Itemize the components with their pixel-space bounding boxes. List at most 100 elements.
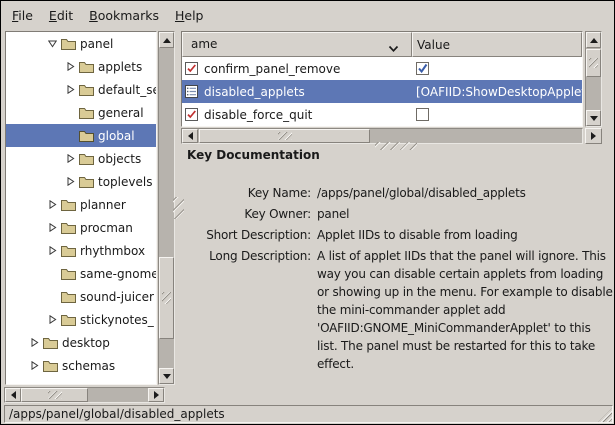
menu-edit-mnemonic: E bbox=[49, 8, 57, 23]
tree-item-label: stickynotes_ bbox=[80, 313, 154, 327]
expander-collapsed-icon[interactable] bbox=[46, 246, 58, 255]
folder-icon bbox=[61, 268, 76, 280]
folder-icon bbox=[61, 291, 76, 303]
tree-item-desktop[interactable]: desktop bbox=[6, 331, 156, 354]
expander-collapsed-icon[interactable] bbox=[64, 85, 76, 94]
vertical-pane-splitter[interactable] bbox=[173, 197, 184, 219]
arrow-up-icon bbox=[590, 38, 598, 43]
doc-value-long-description: A list of applet IIDs that the panel wil… bbox=[317, 247, 613, 373]
menu-edit[interactable]: Edit bbox=[41, 4, 81, 27]
menu-edit-rest: dit bbox=[57, 8, 73, 23]
expander-collapsed-icon[interactable] bbox=[46, 223, 58, 232]
doc-value-key-owner: panel bbox=[317, 205, 613, 223]
tree-item-label: applets bbox=[98, 60, 142, 74]
column-header-name[interactable]: Name bbox=[182, 32, 412, 57]
expander-expanded-icon[interactable] bbox=[46, 39, 58, 48]
keylist-hscroll-thumb[interactable] bbox=[199, 129, 370, 143]
tree-item-planner[interactable]: planner bbox=[6, 193, 156, 216]
menu-help[interactable]: Help bbox=[167, 4, 212, 27]
tree-item-objects[interactable]: objects bbox=[6, 147, 156, 170]
tree-item-label: planner bbox=[80, 198, 126, 212]
tree-item-stickynotes[interactable]: stickynotes_ bbox=[6, 308, 156, 331]
expander-collapsed-icon[interactable] bbox=[46, 200, 58, 209]
arrow-right-icon bbox=[154, 391, 159, 399]
key-value-cell bbox=[416, 103, 429, 126]
value-checkbox-checked[interactable] bbox=[416, 62, 429, 75]
tree-item-label: panel bbox=[80, 37, 113, 51]
menu-file[interactable]: File bbox=[4, 4, 41, 27]
tree-item-label: schemas bbox=[62, 359, 115, 373]
tree-item-applets[interactable]: applets bbox=[6, 55, 156, 78]
scroll-up-button[interactable] bbox=[159, 32, 174, 48]
tree-item-sound-juicer[interactable]: sound-juicer bbox=[6, 285, 156, 308]
gconf-editor-window: File Edit Bookmarks Help panel applets d… bbox=[0, 0, 615, 425]
tree-item-schemas[interactable]: schemas bbox=[6, 354, 156, 377]
folder-icon bbox=[79, 84, 94, 96]
keylist-vertical-scrollbar[interactable] bbox=[585, 31, 602, 127]
thumb-grip-icon bbox=[162, 292, 171, 304]
tree-item-panel[interactable]: panel bbox=[6, 32, 156, 55]
folder-icon bbox=[61, 38, 76, 50]
tree-horizontal-scrollbar[interactable] bbox=[4, 387, 165, 403]
scroll-left-button[interactable] bbox=[182, 129, 198, 143]
key-row-confirm-panel-remove[interactable]: confirm_panel_remove bbox=[182, 57, 582, 80]
key-name: confirm_panel_remove bbox=[204, 62, 340, 76]
thumb-grip-icon bbox=[278, 132, 292, 140]
arrow-down-icon bbox=[163, 374, 171, 379]
tree-item-rhythmbox[interactable]: rhythmbox bbox=[6, 239, 156, 262]
key-list-header: Name Value bbox=[182, 32, 582, 57]
menubar: File Edit Bookmarks Help bbox=[2, 2, 613, 28]
horizontal-pane-splitter[interactable] bbox=[375, 142, 417, 150]
expander-collapsed-icon[interactable] bbox=[28, 338, 40, 347]
expander-collapsed-icon[interactable] bbox=[28, 361, 40, 370]
column-header-name-label: Name bbox=[191, 37, 217, 51]
tree-item-global-selected[interactable]: global bbox=[6, 124, 156, 147]
menu-bookmarks[interactable]: Bookmarks bbox=[81, 4, 167, 27]
tree-vscroll-thumb[interactable] bbox=[159, 257, 174, 339]
tree-hscroll-thumb[interactable] bbox=[21, 388, 88, 402]
tree-item-procman[interactable]: procman bbox=[6, 216, 156, 239]
expander-collapsed-icon[interactable] bbox=[46, 315, 58, 324]
keylist-vscroll-thumb[interactable] bbox=[586, 49, 601, 77]
tree-item-label: desktop bbox=[62, 336, 110, 350]
doc-section-title: Key Documentation bbox=[187, 148, 320, 162]
tree-pane: panel applets default_se general global … bbox=[5, 31, 157, 385]
key-row-disabled-applets-selected[interactable]: disabled_applets [OAFIID:ShowDesktopAppl… bbox=[182, 80, 582, 103]
key-value-cell: [OAFIID:ShowDesktopApplet] bbox=[416, 80, 583, 103]
folder-icon bbox=[61, 314, 76, 326]
doc-value-short-description: Applet IIDs to disable from loading bbox=[317, 226, 613, 244]
tree-item-same-gnome[interactable]: same-gnome bbox=[6, 262, 156, 285]
tree-item-toplevels[interactable]: toplevels bbox=[6, 170, 156, 193]
tree-item-label: general bbox=[98, 106, 144, 120]
scroll-right-button[interactable] bbox=[148, 388, 164, 402]
column-header-value[interactable]: Value bbox=[412, 32, 582, 57]
menu-help-rest: elp bbox=[184, 8, 203, 23]
scroll-right-button[interactable] bbox=[585, 128, 602, 144]
tree-item-label: objects bbox=[98, 152, 141, 166]
expander-collapsed-icon[interactable] bbox=[64, 154, 76, 163]
tree-item-default-se[interactable]: default_se bbox=[6, 78, 156, 101]
value-checkbox-unchecked[interactable] bbox=[416, 108, 429, 121]
scroll-down-button[interactable] bbox=[159, 368, 174, 384]
tree-item-label: default_se bbox=[98, 83, 157, 97]
menu-bookmarks-mnemonic: B bbox=[89, 8, 98, 23]
bool-key-icon bbox=[185, 62, 198, 75]
folder-icon bbox=[79, 107, 94, 119]
expander-collapsed-icon[interactable] bbox=[64, 177, 76, 186]
folder-icon bbox=[61, 199, 76, 211]
menu-bookmarks-rest: ookmarks bbox=[98, 8, 159, 23]
tree-item-general[interactable]: general bbox=[6, 101, 156, 124]
scroll-left-button[interactable] bbox=[5, 388, 21, 402]
key-name: disable_force_quit bbox=[204, 108, 312, 122]
arrow-left-icon bbox=[188, 132, 193, 140]
doc-label-long-description: Long Description: bbox=[187, 247, 311, 373]
bool-key-icon bbox=[185, 108, 198, 121]
scroll-up-button[interactable] bbox=[586, 32, 601, 48]
arrow-right-icon bbox=[591, 132, 596, 140]
tree-item-label: toplevels bbox=[98, 175, 152, 189]
folder-icon bbox=[79, 61, 94, 73]
scroll-down-button[interactable] bbox=[586, 110, 601, 126]
key-row-disable-force-quit[interactable]: disable_force_quit bbox=[182, 103, 582, 126]
folder-icon bbox=[79, 130, 94, 142]
expander-collapsed-icon[interactable] bbox=[64, 62, 76, 71]
